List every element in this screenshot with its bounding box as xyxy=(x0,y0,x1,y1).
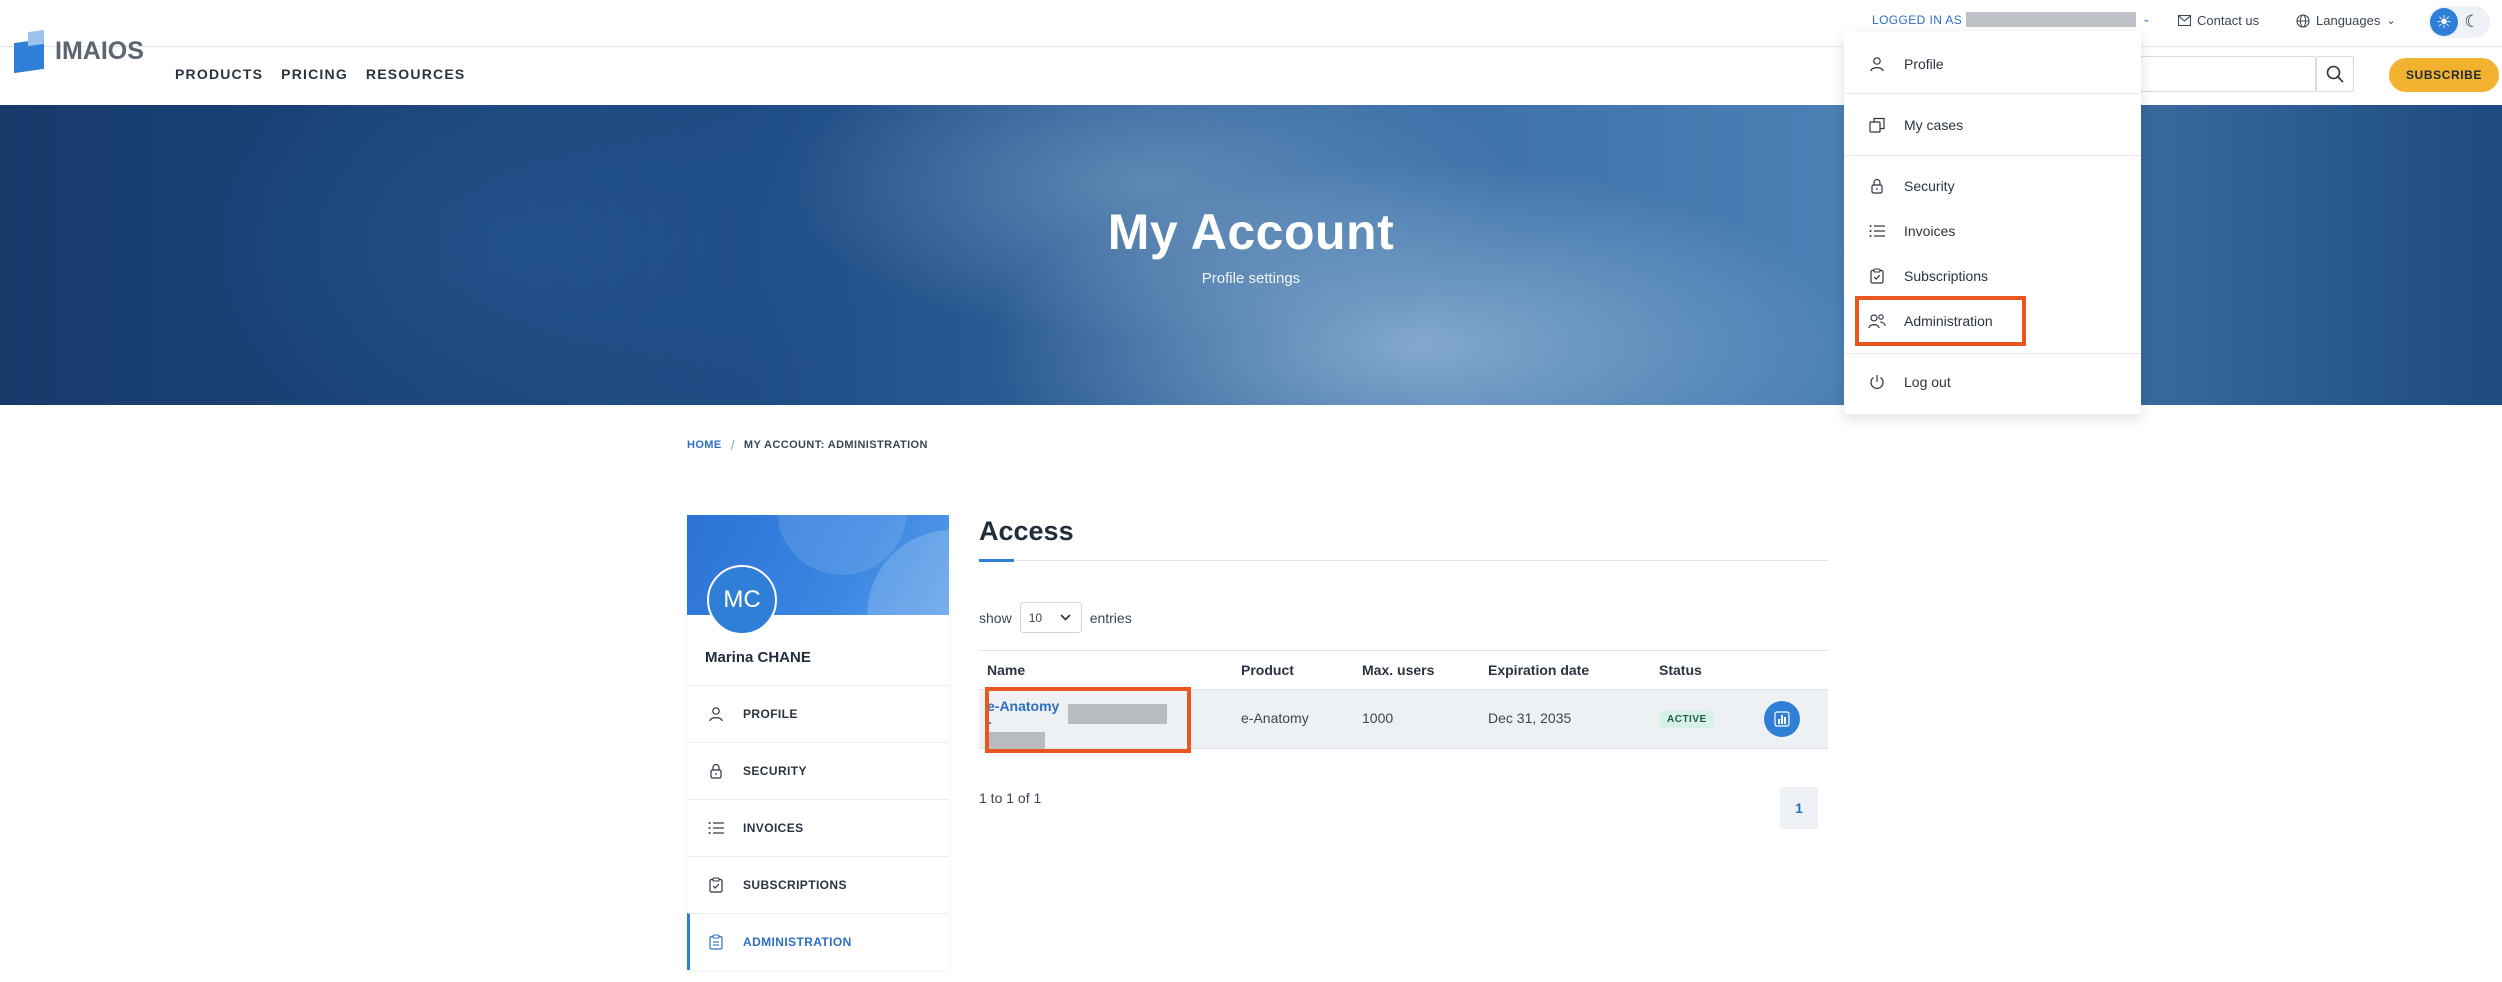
menu-item-subscriptions[interactable]: Subscriptions xyxy=(1844,256,2141,296)
clipboard-list-icon xyxy=(707,933,725,951)
entries-select-value: 10 xyxy=(1028,610,1043,625)
logo-mark-icon xyxy=(14,29,52,74)
status-badge: ACTIVE xyxy=(1660,711,1714,728)
globe-icon xyxy=(2296,13,2310,28)
section-divider xyxy=(979,560,1828,561)
lock-icon xyxy=(707,762,725,780)
subscribe-button[interactable]: SUBSCRIBE xyxy=(2389,58,2499,92)
contact-label: Contact us xyxy=(2197,13,2260,28)
pagination-info: 1 to 1 of 1 xyxy=(979,790,1042,806)
breadcrumb: HOME / MY ACCOUNT: ADMINISTRATION xyxy=(687,437,928,453)
nav-resources[interactable]: RESOURCES xyxy=(366,66,465,82)
imaios-logo[interactable]: IMAIOS xyxy=(14,29,144,74)
languages-menu[interactable]: Languages ⌄ xyxy=(2296,13,2396,28)
col-name[interactable]: Name xyxy=(987,662,1025,678)
list-icon xyxy=(707,819,725,837)
chevron-down-icon: ⌄ xyxy=(2142,14,2151,25)
table-header: Name Product Max. users Expiration date … xyxy=(979,650,1828,690)
menu-item-profile[interactable]: Profile xyxy=(1844,44,2141,84)
sidebar-item-invoices[interactable]: INVOICES xyxy=(687,799,949,856)
menu-divider xyxy=(1844,93,2141,94)
search-icon xyxy=(2326,65,2344,83)
menu-item-label: Security xyxy=(1904,178,1955,194)
account-menu-trigger[interactable]: LOGGED IN AS ⌄ xyxy=(1872,12,2151,27)
sidebar-item-label: INVOICES xyxy=(743,821,804,835)
mail-icon xyxy=(2178,15,2191,26)
user-icon xyxy=(1868,55,1886,73)
sidebar-item-administration[interactable]: ADMINISTRATION xyxy=(687,913,949,970)
theme-toggle[interactable]: ☀ ☾ xyxy=(2428,6,2490,38)
sidebar-menu: PROFILE SECURITY INVOICES SUBSCRIPTIONS … xyxy=(687,685,949,970)
menu-item-label: Invoices xyxy=(1904,223,1956,239)
col-expiration-date[interactable]: Expiration date xyxy=(1488,662,1589,678)
menu-item-label: Subscriptions xyxy=(1904,268,1989,284)
menu-item-log-out[interactable]: Log out xyxy=(1844,362,2141,402)
breadcrumb-current: MY ACCOUNT: ADMINISTRATION xyxy=(743,439,928,451)
menu-item-label: Log out xyxy=(1904,374,1951,390)
col-product[interactable]: Product xyxy=(1241,662,1294,678)
bar-chart-icon xyxy=(1774,711,1790,727)
search-button[interactable] xyxy=(2316,56,2354,92)
menu-divider xyxy=(1844,353,2141,354)
breadcrumb-separator: / xyxy=(730,437,735,453)
menu-item-label: My cases xyxy=(1904,117,1964,133)
redacted-username xyxy=(1966,12,2137,27)
menu-item-invoices[interactable]: Invoices xyxy=(1844,211,2141,251)
logged-in-label[interactable]: LOGGED IN AS ⌄ xyxy=(1872,12,2151,27)
page-button[interactable]: 1 xyxy=(1780,787,1818,829)
nav-pricing[interactable]: PRICING xyxy=(281,66,348,82)
sidebar-item-security[interactable]: SECURITY xyxy=(687,742,949,799)
lock-icon xyxy=(1868,177,1886,195)
cell-product: e-Anatomy xyxy=(1241,710,1309,726)
power-icon xyxy=(1868,373,1886,391)
contact-link[interactable]: Contact us xyxy=(2178,13,2259,28)
moon-icon[interactable]: ☾ xyxy=(2458,8,2486,36)
highlight-box-license-name xyxy=(985,687,1191,753)
main-nav: PRODUCTS PRICING RESOURCES xyxy=(175,66,465,82)
copy-icon xyxy=(1868,116,1886,134)
sidebar-item-label: ADMINISTRATION xyxy=(743,935,852,949)
sidebar-item-label: SECURITY xyxy=(743,764,807,778)
section-accent xyxy=(979,559,1014,562)
cell-expiration: Dec 31, 2035 xyxy=(1488,710,1572,726)
sidebar-item-label: SUBSCRIPTIONS xyxy=(743,878,847,892)
menu-item-security[interactable]: Security xyxy=(1844,166,2141,206)
menu-item-label: Profile xyxy=(1904,56,1944,72)
section-title: Access xyxy=(979,516,1074,546)
sidebar-item-subscriptions[interactable]: SUBSCRIPTIONS xyxy=(687,856,949,913)
show-label: show xyxy=(979,609,1012,626)
account-sidebar: MC Marina CHANE PROFILE SECURITY INVOICE… xyxy=(687,515,949,970)
user-icon xyxy=(707,705,725,723)
clipboard-check-icon xyxy=(707,876,725,894)
breadcrumb-home[interactable]: HOME xyxy=(687,439,722,451)
logged-in-text: LOGGED IN AS xyxy=(1872,12,1963,27)
entries-control: show 10 entries xyxy=(979,602,1132,633)
logo-text: IMAIOS xyxy=(55,36,144,65)
entries-label: entries xyxy=(1089,609,1132,626)
cell-max-users: 1000 xyxy=(1362,710,1394,726)
account-dropdown-menu: Profile My cases Security Invoices Subsc… xyxy=(1844,31,2141,414)
menu-item-my-cases[interactable]: My cases xyxy=(1844,105,2141,145)
menu-divider xyxy=(1844,155,2141,156)
clipboard-check-icon xyxy=(1868,267,1886,285)
entries-select[interactable]: 10 xyxy=(1019,602,1082,633)
col-status[interactable]: Status xyxy=(1659,662,1702,678)
sun-icon[interactable]: ☀ xyxy=(2430,8,2458,36)
sidebar-item-profile[interactable]: PROFILE xyxy=(687,685,949,742)
nav-products[interactable]: PRODUCTS xyxy=(175,66,263,82)
avatar: MC xyxy=(707,565,777,635)
search-input[interactable] xyxy=(2140,56,2316,92)
chevron-down-icon: ⌄ xyxy=(2386,15,2396,27)
highlight-box-administration xyxy=(1855,296,2026,346)
chevron-down-icon xyxy=(1060,614,1071,621)
sidebar-item-label: PROFILE xyxy=(743,707,798,721)
col-max-users[interactable]: Max. users xyxy=(1362,662,1434,678)
statistics-button[interactable] xyxy=(1764,701,1800,737)
user-name: Marina CHANE xyxy=(705,649,811,666)
languages-label: Languages xyxy=(2316,13,2381,28)
list-icon xyxy=(1868,222,1886,240)
